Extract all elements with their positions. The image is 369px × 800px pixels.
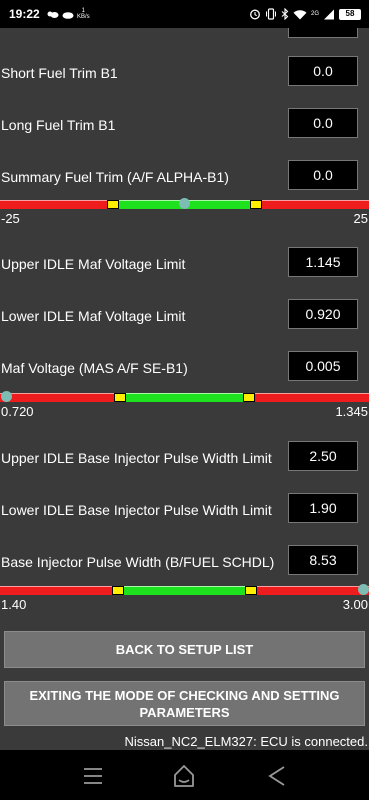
param-value: 0.920 — [288, 299, 358, 329]
param-row-upper-idle-injector: Upper IDLE Base Injector Pulse Width Lim… — [0, 441, 369, 477]
param-value: 1.145 — [288, 247, 358, 277]
param-value: 0.0 — [288, 160, 358, 190]
param-row-lower-idle-maf: Lower IDLE Maf Voltage Limit 0.920 — [0, 299, 369, 335]
param-label: Short Fuel Trim B1 — [1, 65, 118, 81]
param-label: Upper IDLE Maf Voltage Limit — [1, 256, 186, 272]
gauge-min-label: -25 — [1, 211, 20, 226]
gauge-bar — [0, 586, 369, 595]
cloud-icon — [62, 11, 74, 19]
param-value: 0.005 — [288, 351, 358, 381]
gauge-maf-voltage: 0.720 1.345 — [0, 389, 369, 419]
gauge-max-label: 3.00 — [342, 597, 368, 612]
battery-icon: 58 — [339, 8, 361, 20]
signal-icon — [324, 9, 334, 19]
gauge-current-indicator — [179, 198, 190, 209]
gauge-bar — [0, 393, 369, 402]
param-value: 1.90 — [288, 493, 358, 523]
back-icon[interactable] — [264, 763, 290, 789]
param-label: Lower IDLE Base Injector Pulse Width Lim… — [1, 502, 272, 518]
param-row-short-fuel-trim: Short Fuel Trim B1 0.0 — [0, 56, 369, 92]
param-value: 0.0 — [288, 108, 358, 138]
gauge-lower-limit-marker — [107, 200, 120, 209]
gauge-lower-limit-marker — [111, 586, 124, 595]
back-to-setup-list-button[interactable]: BACK TO SETUP LIST — [4, 631, 365, 668]
connection-status: Nissan_NC2_ELM327: ECU is connected. — [124, 734, 368, 749]
gauge-min-label: 1.40 — [1, 597, 27, 612]
gauge-red-high-segment — [261, 200, 369, 209]
status-bar: 19:22 1 KB/s 2G 58 — [0, 0, 369, 28]
network-type-label: 2G — [310, 11, 319, 17]
param-label: Long Fuel Trim B1 — [1, 117, 116, 133]
gauge-injector-pulse: 1.40 3.00 — [0, 582, 369, 612]
menu-icon[interactable] — [80, 763, 106, 789]
param-value: 2.50 — [288, 441, 358, 471]
net-speed: 1 KB/s — [77, 8, 90, 20]
param-row-upper-idle-maf: Upper IDLE Maf Voltage Limit 1.145 — [0, 247, 369, 283]
param-value: 8.53 — [288, 545, 358, 575]
status-right-icons: 2G 58 — [249, 6, 361, 22]
gauge-upper-limit-marker — [249, 200, 262, 209]
gauge-current-indicator — [0, 391, 12, 402]
gauge-green-segment — [123, 586, 246, 595]
param-label: Lower IDLE Maf Voltage Limit — [1, 308, 186, 324]
gauge-red-low-segment — [0, 393, 115, 402]
param-label: Summary Fuel Trim (A/F ALPHA-B1) — [1, 169, 229, 185]
exit-checking-mode-button[interactable]: EXITING THE MODE OF CHECKING AND SETTING… — [4, 681, 365, 726]
gauge-current-indicator — [357, 584, 369, 595]
gauge-max-label: 25 — [353, 211, 368, 226]
gauge-lower-limit-marker — [114, 393, 127, 402]
vibrate-icon — [265, 8, 276, 20]
alarm-icon — [250, 9, 260, 20]
gauge-red-low-segment — [0, 200, 108, 209]
gauge-max-label: 1.345 — [335, 404, 368, 419]
param-row-summary-fuel-trim: Summary Fuel Trim (A/F ALPHA-B1) 0.0 — [0, 160, 369, 196]
parameters-screen[interactable]: Short Fuel Trim B1 0.0 Long Fuel Trim B1… — [0, 28, 369, 750]
navigation-bar — [0, 750, 369, 800]
param-label: Upper IDLE Base Injector Pulse Width Lim… — [1, 450, 272, 466]
weather-icon — [47, 11, 59, 18]
param-row-lower-idle-injector: Lower IDLE Base Injector Pulse Width Lim… — [0, 493, 369, 529]
battery-level: 58 — [345, 8, 355, 18]
param-row-maf-voltage: Maf Voltage (MAS A/F SE-B1) 0.005 — [0, 351, 369, 387]
gauge-min-label: 0.720 — [1, 404, 34, 419]
status-time: 19:22 — [9, 7, 40, 21]
gauge-upper-limit-marker — [242, 393, 255, 402]
gauge-red-low-segment — [0, 586, 112, 595]
home-icon[interactable] — [171, 763, 197, 789]
param-value: 0.0 — [288, 56, 358, 86]
param-row-long-fuel-trim: Long Fuel Trim B1 0.0 — [0, 108, 369, 144]
bluetooth-icon — [281, 8, 289, 20]
gauge-red-high-segment — [257, 586, 369, 595]
gauge-fuel-trim: -25 25 — [0, 196, 369, 226]
param-label: Base Injector Pulse Width (B/FUEL SCHDL) — [1, 554, 275, 570]
status-left-icons: 1 KB/s — [46, 6, 90, 22]
wifi-icon — [293, 9, 307, 19]
param-row-base-injector-pulse: Base Injector Pulse Width (B/FUEL SCHDL)… — [0, 545, 369, 581]
net-speed-unit: KB/s — [77, 14, 90, 20]
gauge-green-segment — [126, 393, 243, 402]
clipped-value-field — [288, 28, 358, 38]
param-label: Maf Voltage (MAS A/F SE-B1) — [1, 360, 188, 376]
gauge-red-high-segment — [254, 393, 369, 402]
gauge-upper-limit-marker — [245, 586, 258, 595]
